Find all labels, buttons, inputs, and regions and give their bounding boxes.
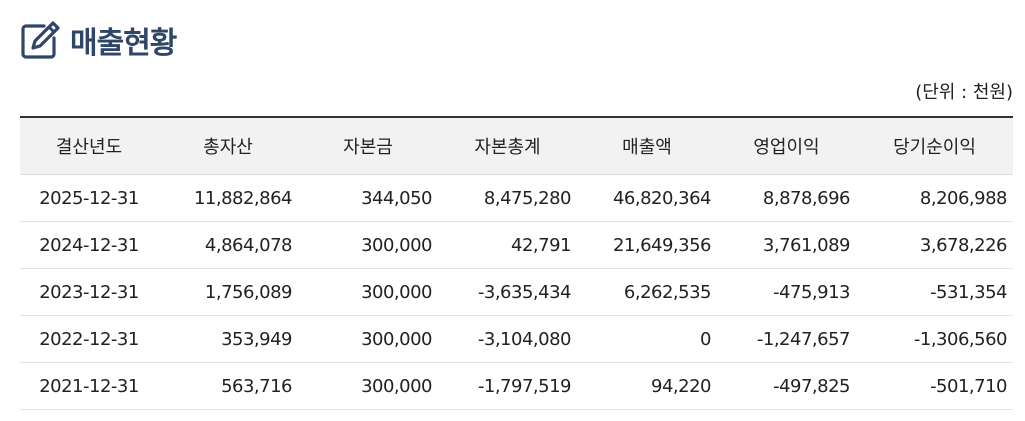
cell-total-equity: -1,797,519 <box>438 362 577 410</box>
header-total-assets: 총자산 <box>158 116 298 175</box>
cell-total-assets: 11,882,864 <box>158 174 298 222</box>
cell-net-income: 8,206,988 <box>856 174 1013 222</box>
table-row: 2024-12-31 4,864,078 300,000 42,791 21,6… <box>20 221 1013 269</box>
unit-label: (단위 : 천원) <box>915 82 1013 103</box>
table-row: 2022-12-31 353,949 300,000 -3,104,080 0 … <box>20 315 1013 363</box>
header-fiscal-year: 결산년도 <box>20 116 158 175</box>
page-header: 매출현황 <box>18 18 177 62</box>
financial-table: 결산년도 총자산 자본금 자본총계 매출액 영업이익 당기순이익 2025-12… <box>20 116 1013 410</box>
cell-operating-income: 3,761,089 <box>717 221 856 269</box>
header-revenue: 매출액 <box>577 116 717 175</box>
cell-net-income: -1,306,560 <box>856 315 1013 363</box>
cell-fiscal-year: 2021-12-31 <box>20 362 158 410</box>
cell-operating-income: 8,878,696 <box>717 174 856 222</box>
cell-total-equity: -3,104,080 <box>438 315 577 363</box>
cell-revenue: 6,262,535 <box>577 268 717 316</box>
edit-icon <box>21 21 60 59</box>
table-row: 2025-12-31 11,882,864 344,050 8,475,280 … <box>20 174 1013 222</box>
cell-total-assets: 353,949 <box>158 315 298 363</box>
header-capital: 자본금 <box>298 116 438 175</box>
header-total-equity: 자본총계 <box>438 116 577 175</box>
cell-capital: 300,000 <box>298 362 438 410</box>
page-title: 매출현황 <box>70 26 177 61</box>
cell-net-income: -531,354 <box>856 268 1013 316</box>
cell-operating-income: -475,913 <box>717 268 856 316</box>
cell-total-equity: 42,791 <box>438 221 577 269</box>
cell-capital: 344,050 <box>298 174 438 222</box>
cell-revenue: 94,220 <box>577 362 717 410</box>
cell-net-income: 3,678,226 <box>856 221 1013 269</box>
cell-revenue: 46,820,364 <box>577 174 717 222</box>
cell-fiscal-year: 2024-12-31 <box>20 221 158 269</box>
cell-total-equity: -3,635,434 <box>438 268 577 316</box>
cell-capital: 300,000 <box>298 221 438 269</box>
cell-fiscal-year: 2022-12-31 <box>20 315 158 363</box>
table-header-row: 결산년도 총자산 자본금 자본총계 매출액 영업이익 당기순이익 <box>20 116 1013 175</box>
header-operating-income: 영업이익 <box>717 116 856 175</box>
cell-operating-income: -1,247,657 <box>717 315 856 363</box>
cell-total-assets: 563,716 <box>158 362 298 410</box>
table-row: 2023-12-31 1,756,089 300,000 -3,635,434 … <box>20 268 1013 316</box>
cell-operating-income: -497,825 <box>717 362 856 410</box>
cell-revenue: 21,649,356 <box>577 221 717 269</box>
cell-total-assets: 4,864,078 <box>158 221 298 269</box>
cell-capital: 300,000 <box>298 268 438 316</box>
cell-fiscal-year: 2025-12-31 <box>20 174 158 222</box>
cell-net-income: -501,710 <box>856 362 1013 410</box>
cell-revenue: 0 <box>577 315 717 363</box>
header-net-income: 당기순이익 <box>856 116 1013 175</box>
cell-total-equity: 8,475,280 <box>438 174 577 222</box>
table-row: 2021-12-31 563,716 300,000 -1,797,519 94… <box>20 362 1013 410</box>
cell-capital: 300,000 <box>298 315 438 363</box>
cell-fiscal-year: 2023-12-31 <box>20 268 158 316</box>
cell-total-assets: 1,756,089 <box>158 268 298 316</box>
